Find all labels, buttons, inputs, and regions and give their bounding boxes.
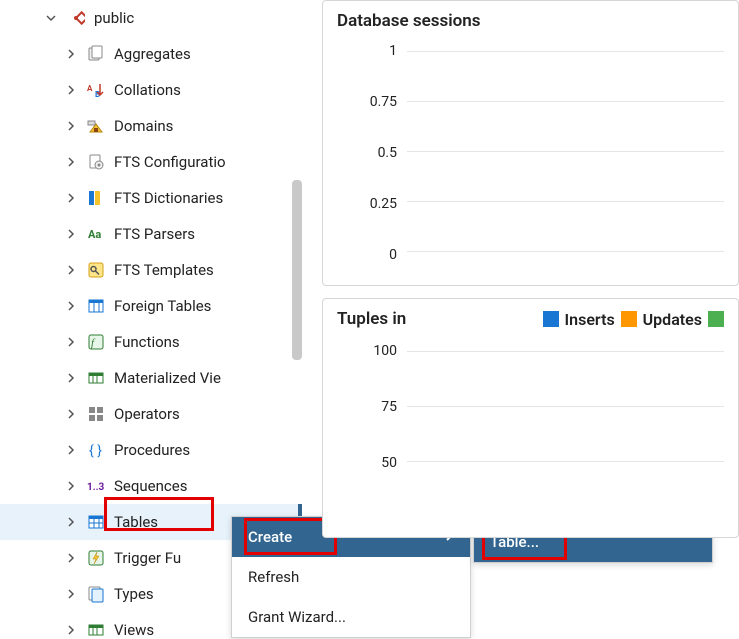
legend-swatch-extra: [708, 311, 724, 327]
panel-title: Database sessions: [337, 11, 724, 31]
panel-tuples-in: Tuples in Inserts Updates 100 75 50: [322, 298, 739, 538]
chevron-right-icon[interactable]: [64, 155, 78, 169]
tree-node-functions[interactable]: f Functions: [0, 324, 302, 360]
legend-swatch-inserts: [543, 311, 559, 327]
tree-node-label: Procedures: [114, 441, 190, 459]
svg-text:1..3: 1..3: [87, 482, 105, 493]
tree-node-foreign-tables[interactable]: Foreign Tables: [0, 288, 302, 324]
tree-node-fts-templates[interactable]: FTS Templates: [0, 252, 302, 288]
tables-icon: [86, 512, 106, 532]
y-axis: 1 0.75 0.5 0.25 0: [363, 43, 397, 263]
sequences-icon: 1..3: [86, 476, 106, 496]
panel-title: Tuples in: [337, 309, 537, 329]
chevron-down-icon[interactable]: [44, 11, 58, 25]
tree-node-label: Functions: [114, 333, 180, 351]
tree-node-materialized-views[interactable]: Materialized Vie: [0, 360, 302, 396]
tree-node-label: Materialized Vie: [114, 369, 221, 387]
svg-text:{ }: { }: [89, 443, 102, 459]
panel-database-sessions: Database sessions 1 0.75 0.5 0.25 0: [322, 0, 739, 286]
tree-node-label: Tables: [114, 513, 158, 531]
trigger-func-icon: [86, 548, 106, 568]
chevron-right-icon[interactable]: [64, 335, 78, 349]
chevron-right-icon[interactable]: [64, 623, 78, 637]
tree-node-label: FTS Templates: [114, 261, 214, 279]
tree-node-collations[interactable]: AB Collations: [0, 72, 302, 108]
tree-node-label: FTS Parsers: [114, 225, 195, 243]
tree-node-fts-dict[interactable]: FTS Dictionaries: [0, 180, 302, 216]
chevron-right-icon[interactable]: [64, 299, 78, 313]
chevron-right-icon[interactable]: [64, 47, 78, 61]
y-tick: 0: [363, 247, 397, 263]
tree-node-label: public: [94, 9, 134, 27]
tree-node-domains[interactable]: Domains: [0, 108, 302, 144]
y-tick: 1: [363, 43, 397, 59]
tree-node-label: Operators: [114, 405, 180, 423]
legend-label: Updates: [643, 310, 702, 329]
fts-config-icon: [86, 152, 106, 172]
tree-node-label: Foreign Tables: [114, 297, 211, 315]
collations-icon: AB: [86, 80, 106, 100]
fts-dict-icon: [86, 188, 106, 208]
tree-node-operators[interactable]: Operators: [0, 396, 302, 432]
chevron-right-icon[interactable]: [64, 191, 78, 205]
chevron-right-icon[interactable]: [64, 551, 78, 565]
tree-node-aggregates[interactable]: Aggregates: [0, 36, 302, 72]
chevron-right-icon[interactable]: [64, 263, 78, 277]
chevron-right-icon[interactable]: [64, 119, 78, 133]
scrollbar-thumb[interactable]: [292, 180, 302, 360]
tree-node-label: Sequences: [114, 477, 187, 495]
domains-icon: [86, 116, 106, 136]
y-tick: 0.5: [363, 145, 397, 161]
chevron-right-icon[interactable]: [64, 443, 78, 457]
chevron-right-icon[interactable]: [64, 479, 78, 493]
tree-node-label: FTS Dictionaries: [114, 189, 223, 207]
chart-database-sessions: 1 0.75 0.5 0.25 0: [367, 43, 724, 263]
foreign-tables-icon: [86, 296, 106, 316]
tree-node-schema-public[interactable]: public: [0, 0, 302, 36]
chevron-right-icon[interactable]: [64, 371, 78, 385]
menu-item-label: Create: [248, 528, 292, 546]
y-tick: 75: [363, 399, 397, 415]
tree-node-label: Domains: [114, 117, 173, 135]
tree-node-label: Types: [114, 585, 154, 603]
chevron-right-icon[interactable]: [64, 587, 78, 601]
menu-item-label: Refresh: [248, 568, 299, 586]
chevron-right-icon[interactable]: [64, 227, 78, 241]
operators-icon: [86, 404, 106, 424]
y-tick: 0.75: [363, 94, 397, 110]
fts-parsers-icon: Aa: [86, 224, 106, 244]
tree-node-sequences[interactable]: 1..3 Sequences: [0, 468, 302, 504]
fts-templates-icon: [86, 260, 106, 280]
panel-header: Tuples in Inserts Updates: [337, 309, 724, 329]
tree-node-label: Views: [114, 621, 154, 639]
chevron-right-icon[interactable]: [64, 83, 78, 97]
chevron-right-icon[interactable]: [64, 407, 78, 421]
svg-text:A: A: [87, 84, 93, 93]
mat-views-icon: [86, 368, 106, 388]
tree-node-fts-parsers[interactable]: Aa FTS Parsers: [0, 216, 302, 252]
schema-icon: [66, 8, 86, 28]
views-icon: [86, 620, 106, 639]
y-axis: 100 75 50: [363, 343, 397, 513]
dashboard-area: Database sessions 1 0.75 0.5 0.25 0 Tupl…: [322, 0, 739, 639]
tree-node-label: Aggregates: [114, 45, 191, 63]
types-icon: [86, 584, 106, 604]
aggregates-icon: [86, 44, 106, 64]
functions-icon: f: [86, 332, 106, 352]
procedures-icon: { }: [86, 440, 106, 460]
legend-label: Inserts: [565, 310, 615, 329]
y-tick: 0.25: [363, 196, 397, 212]
svg-text:Aa: Aa: [88, 228, 101, 241]
tree-node-label: Trigger Fu: [114, 549, 181, 567]
tree-node-label: FTS Configuratio: [114, 153, 226, 171]
tree-node-fts-config[interactable]: FTS Configuratio: [0, 144, 302, 180]
chart-tuples-in: 100 75 50: [367, 343, 724, 513]
tree-node-label: Collations: [114, 81, 181, 99]
tree-node-procedures[interactable]: { } Procedures: [0, 432, 302, 468]
legend-swatch-updates: [621, 311, 637, 327]
y-tick: 50: [363, 455, 397, 471]
y-tick: 100: [363, 343, 397, 359]
chevron-right-icon[interactable]: [64, 515, 78, 529]
